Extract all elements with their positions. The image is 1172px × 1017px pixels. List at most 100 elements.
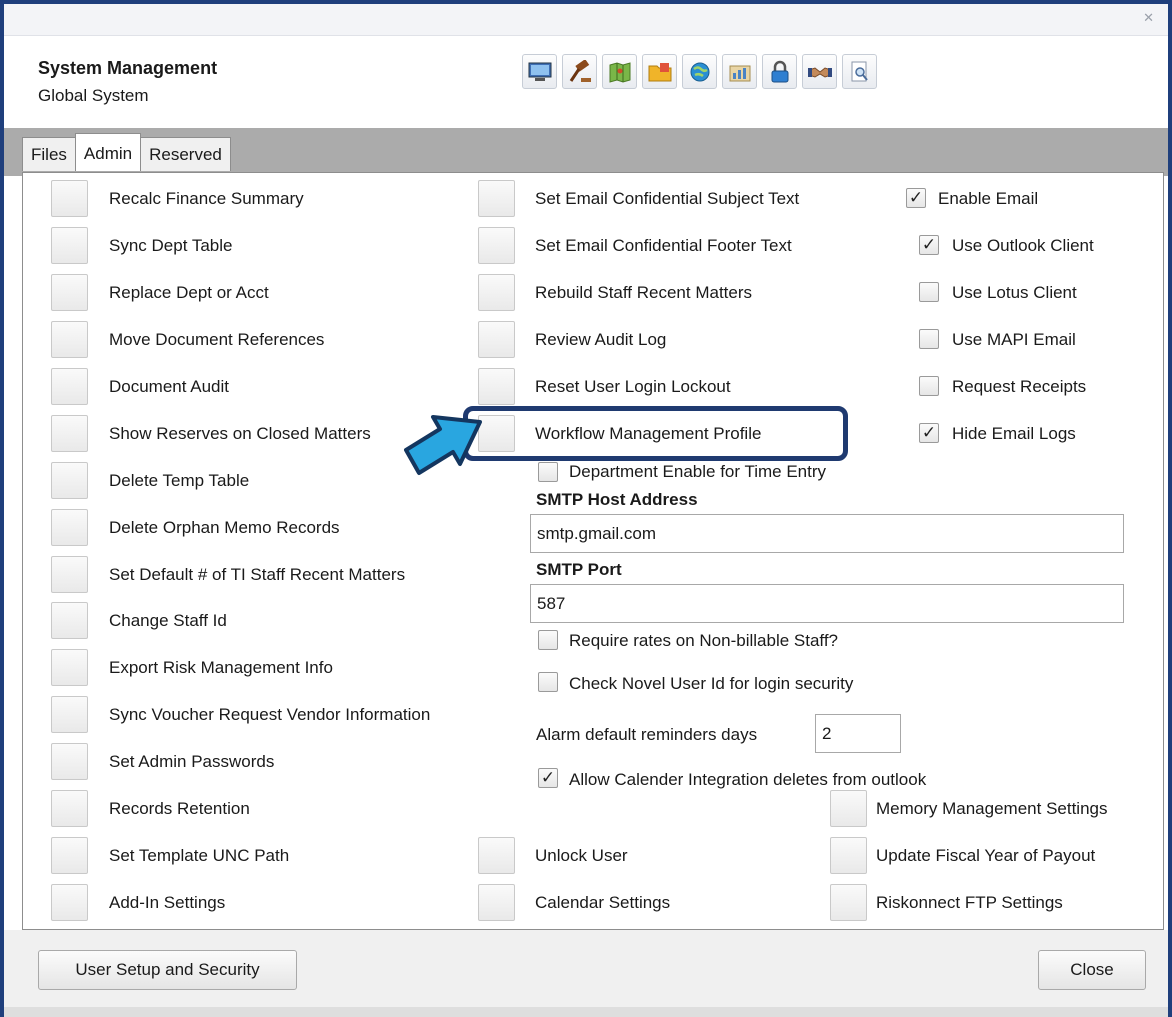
delete-orphan-memo-records-label: Delete Orphan Memo Records bbox=[109, 518, 340, 537]
update-fiscal-year-button[interactable] bbox=[830, 837, 867, 874]
request-receipts-label: Request Receipts bbox=[952, 377, 1087, 396]
set-admin-passwords-label: Set Admin Passwords bbox=[109, 752, 275, 771]
calendar-integration-checkbox[interactable]: ✓ bbox=[538, 768, 558, 788]
memory-management-settings-button[interactable] bbox=[830, 790, 867, 827]
unlock-user-label: Unlock User bbox=[535, 846, 628, 865]
set-email-footer-text-button[interactable] bbox=[478, 227, 515, 264]
show-reserves-closed-matters-label: Show Reserves on Closed Matters bbox=[109, 424, 371, 443]
use-outlook-client-label: Use Outlook Client bbox=[952, 236, 1094, 255]
rebuild-staff-recent-matters-label: Rebuild Staff Recent Matters bbox=[535, 283, 753, 302]
department-time-entry-checkbox[interactable] bbox=[538, 462, 558, 482]
title-bar: ✕ bbox=[4, 4, 1168, 36]
replace-dept-or-acct-button[interactable] bbox=[51, 274, 88, 311]
toolbar bbox=[522, 54, 877, 89]
tab-files[interactable]: Files bbox=[22, 137, 76, 171]
tab-bar: Files Admin Reserved bbox=[22, 133, 231, 171]
records-retention-button[interactable] bbox=[51, 790, 88, 827]
smtp-host-label: SMTP Host Address bbox=[536, 490, 698, 509]
smtp-port-input[interactable]: 587 bbox=[530, 584, 1124, 623]
export-risk-management-info-button[interactable] bbox=[51, 649, 88, 686]
computer-icon[interactable] bbox=[522, 54, 557, 89]
set-email-subject-text-label: Set Email Confidential Subject Text bbox=[535, 189, 800, 208]
lock-icon[interactable] bbox=[762, 54, 797, 89]
globe-icon[interactable] bbox=[682, 54, 717, 89]
tab-admin[interactable]: Admin bbox=[74, 133, 142, 171]
reset-user-login-lockout-label: Reset User Login Lockout bbox=[535, 377, 731, 396]
map-icon[interactable] bbox=[602, 54, 637, 89]
use-mapi-email-label: Use MAPI Email bbox=[952, 330, 1076, 349]
enable-email-checkbox[interactable]: ✓ bbox=[906, 188, 926, 208]
change-staff-id-label: Change Staff Id bbox=[109, 611, 227, 630]
add-in-settings-button[interactable] bbox=[51, 884, 88, 921]
hide-email-logs-checkbox[interactable]: ✓ bbox=[919, 423, 939, 443]
check-novel-user-id-label: Check Novel User Id for login security bbox=[569, 674, 854, 693]
alarm-reminders-label: Alarm default reminders days bbox=[536, 725, 758, 744]
footer-divider bbox=[4, 1007, 1168, 1017]
tab-reserved[interactable]: Reserved bbox=[140, 137, 231, 171]
page-title: System Management bbox=[38, 58, 218, 78]
riskonnect-ftp-settings-button[interactable] bbox=[830, 884, 867, 921]
sync-dept-table-label: Sync Dept Table bbox=[109, 236, 233, 255]
replace-dept-or-acct-label: Replace Dept or Acct bbox=[109, 283, 269, 302]
check-novel-user-id-checkbox[interactable] bbox=[538, 672, 558, 692]
change-staff-id-button[interactable] bbox=[51, 602, 88, 639]
use-lotus-client-checkbox[interactable] bbox=[919, 282, 939, 302]
document-audit-label: Document Audit bbox=[109, 377, 230, 396]
delete-temp-table-button[interactable] bbox=[51, 462, 88, 499]
calendar-settings-label: Calendar Settings bbox=[535, 893, 671, 912]
recalc-finance-summary-button[interactable] bbox=[51, 180, 88, 217]
use-mapi-email-checkbox[interactable] bbox=[919, 329, 939, 349]
move-document-references-button[interactable] bbox=[51, 321, 88, 358]
sync-dept-table-button[interactable] bbox=[51, 227, 88, 264]
pointer-arrow-icon bbox=[404, 415, 482, 475]
close-icon[interactable]: ✕ bbox=[1143, 10, 1154, 26]
use-outlook-client-checkbox[interactable]: ✓ bbox=[919, 235, 939, 255]
riskonnect-ftp-settings-label: Riskonnect FTP Settings bbox=[876, 893, 1063, 912]
calendar-integration-label: Allow Calender Integration deletes from … bbox=[569, 770, 927, 789]
review-audit-log-button[interactable] bbox=[478, 321, 515, 358]
set-template-unc-path-button[interactable] bbox=[51, 837, 88, 874]
set-default-ti-staff-recent-matters-label: Set Default # of TI Staff Recent Matters bbox=[109, 565, 406, 584]
handshake-icon[interactable] bbox=[802, 54, 837, 89]
review-audit-log-label: Review Audit Log bbox=[535, 330, 667, 349]
user-setup-security-button[interactable]: User Setup and Security bbox=[38, 950, 297, 990]
require-rates-checkbox[interactable] bbox=[538, 630, 558, 650]
records-retention-label: Records Retention bbox=[109, 799, 250, 818]
memory-management-settings-label: Memory Management Settings bbox=[876, 799, 1108, 818]
delete-orphan-memo-records-button[interactable] bbox=[51, 509, 88, 546]
set-default-ti-staff-recent-matters-button[interactable] bbox=[51, 556, 88, 593]
document-audit-button[interactable] bbox=[51, 368, 88, 405]
enable-email-label: Enable Email bbox=[938, 189, 1039, 208]
add-in-settings-label: Add-In Settings bbox=[109, 893, 226, 912]
set-email-subject-text-button[interactable] bbox=[478, 180, 515, 217]
department-time-entry-label: Department Enable for Time Entry bbox=[569, 462, 827, 481]
header: System Management Global System bbox=[4, 36, 1168, 128]
sync-voucher-request-vendor-button[interactable] bbox=[51, 696, 88, 733]
hide-email-logs-label: Hide Email Logs bbox=[952, 424, 1076, 443]
set-template-unc-path-label: Set Template UNC Path bbox=[109, 846, 290, 865]
export-risk-management-info-label: Export Risk Management Info bbox=[109, 658, 333, 677]
use-lotus-client-label: Use Lotus Client bbox=[952, 283, 1077, 302]
smtp-host-input[interactable]: smtp.gmail.com bbox=[530, 514, 1124, 553]
move-document-references-label: Move Document References bbox=[109, 330, 325, 349]
gavel-icon[interactable] bbox=[562, 54, 597, 89]
unlock-user-button[interactable] bbox=[478, 837, 515, 874]
recalc-finance-summary-label: Recalc Finance Summary bbox=[109, 189, 304, 208]
set-admin-passwords-button[interactable] bbox=[51, 743, 88, 780]
close-button[interactable]: Close bbox=[1038, 950, 1146, 990]
require-rates-label: Require rates on Non-billable Staff? bbox=[569, 631, 839, 650]
show-reserves-closed-matters-button[interactable] bbox=[51, 415, 88, 452]
folder-icon[interactable] bbox=[642, 54, 677, 89]
rebuild-staff-recent-matters-button[interactable] bbox=[478, 274, 515, 311]
highlight-box bbox=[463, 406, 848, 461]
page-subtitle: Global System bbox=[38, 86, 149, 105]
reset-user-login-lockout-button[interactable] bbox=[478, 368, 515, 405]
alarm-reminders-input[interactable]: 2 bbox=[815, 714, 901, 753]
set-email-footer-text-label: Set Email Confidential Footer Text bbox=[535, 236, 792, 255]
smtp-port-label: SMTP Port bbox=[536, 560, 622, 579]
calendar-settings-button[interactable] bbox=[478, 884, 515, 921]
search-document-icon[interactable] bbox=[842, 54, 877, 89]
chart-icon[interactable] bbox=[722, 54, 757, 89]
request-receipts-checkbox[interactable] bbox=[919, 376, 939, 396]
delete-temp-table-label: Delete Temp Table bbox=[109, 471, 250, 490]
